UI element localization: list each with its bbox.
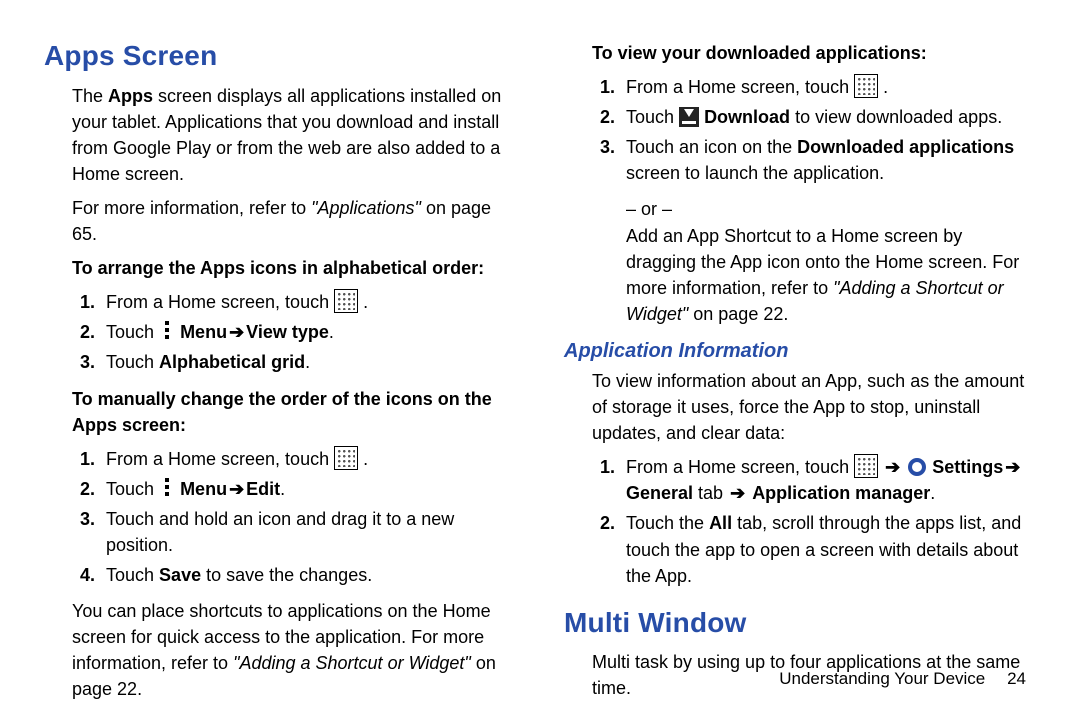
- text: tab: [693, 483, 728, 503]
- steps-view-downloaded: From a Home screen, touch . Touch Downlo…: [564, 74, 1036, 186]
- text: .: [280, 479, 285, 499]
- text: For more information, refer to: [72, 198, 311, 218]
- text-bold: Downloaded applications: [797, 137, 1014, 157]
- step: Touch Alphabetical grid.: [100, 349, 516, 375]
- text-bold: Edit: [246, 479, 280, 499]
- step: Touch Menu➔View type.: [100, 319, 516, 345]
- text: .: [878, 77, 888, 97]
- text: Touch: [626, 107, 679, 127]
- text: Touch: [106, 565, 159, 585]
- intro-paragraph-2: For more information, refer to "Applicat…: [44, 195, 516, 247]
- subhead-view-downloaded: To view your downloaded applications:: [564, 40, 1036, 66]
- text-bold: Application manager: [752, 483, 930, 503]
- text: Touch an icon on the: [626, 137, 797, 157]
- text: .: [358, 449, 368, 469]
- text-bold: General: [626, 483, 693, 503]
- text-bold: Save: [159, 565, 201, 585]
- apps-icon: [334, 289, 358, 313]
- text: screen to launch the application.: [626, 163, 884, 183]
- subhead-manual-order: To manually change the order of the icon…: [44, 386, 516, 438]
- text: .: [305, 352, 310, 372]
- or-separator: – or –: [564, 196, 1036, 222]
- text: From a Home screen, touch: [626, 457, 854, 477]
- heading-apps-screen: Apps Screen: [44, 36, 516, 77]
- text-bold: Settings: [932, 457, 1003, 477]
- step: From a Home screen, touch .: [100, 289, 516, 315]
- step: Touch the All tab, scroll through the ap…: [620, 510, 1036, 588]
- arrow-icon: ➔: [883, 457, 902, 477]
- page: Apps Screen The Apps screen displays all…: [0, 0, 1080, 720]
- text: Touch: [106, 352, 159, 372]
- text-italic: "Adding a Shortcut or Widget": [233, 653, 471, 673]
- arrow-icon: ➔: [227, 479, 246, 499]
- menu-icon: [159, 476, 175, 498]
- step: Touch Menu➔Edit.: [100, 476, 516, 502]
- steps-manual-order: From a Home screen, touch . Touch Menu➔E…: [44, 446, 516, 588]
- right-column: To view your downloaded applications: Fr…: [564, 36, 1036, 720]
- text: on page 22.: [688, 304, 788, 324]
- text: Touch: [106, 479, 159, 499]
- text-italic: "Applications": [311, 198, 421, 218]
- subhead-alpha-order: To arrange the Apps icons in alphabetica…: [44, 255, 516, 281]
- text-bold: All: [709, 513, 732, 533]
- text-bold: View type: [246, 322, 329, 342]
- text-bold: Apps: [108, 86, 153, 106]
- app-info-intro: To view information about an App, such a…: [564, 368, 1036, 446]
- steps-alpha-order: From a Home screen, touch . Touch Menu➔V…: [44, 289, 516, 375]
- step: Touch and hold an icon and drag it to a …: [100, 506, 516, 558]
- text: From a Home screen, touch: [106, 292, 334, 312]
- steps-app-info: From a Home screen, touch ➔ Settings➔ Ge…: [564, 454, 1036, 588]
- step: From a Home screen, touch ➔ Settings➔ Ge…: [620, 454, 1036, 506]
- footer-section: Understanding Your Device: [779, 669, 985, 688]
- text: .: [358, 292, 368, 312]
- menu-icon: [159, 319, 175, 341]
- step: Touch Save to save the changes.: [100, 562, 516, 588]
- download-icon: [679, 107, 699, 127]
- arrow-icon: ➔: [227, 322, 246, 342]
- heading-application-information: Application Information: [564, 337, 1036, 366]
- apps-icon: [854, 74, 878, 98]
- text: The: [72, 86, 108, 106]
- step: Touch an icon on the Downloaded applicat…: [620, 134, 1036, 186]
- text: to save the changes.: [201, 565, 372, 585]
- text-bold: Menu: [180, 322, 227, 342]
- footer-page-number: 24: [990, 667, 1026, 692]
- text-bold: Alphabetical grid: [159, 352, 305, 372]
- text-bold: Menu: [180, 479, 227, 499]
- add-shortcut-paragraph: Add an App Shortcut to a Home screen by …: [564, 223, 1036, 327]
- step: From a Home screen, touch .: [620, 74, 1036, 100]
- apps-icon: [334, 446, 358, 470]
- text: Touch: [106, 322, 159, 342]
- post-paragraph: You can place shortcuts to applications …: [44, 598, 516, 702]
- text: to view downloaded apps.: [790, 107, 1002, 127]
- text: From a Home screen, touch: [106, 449, 334, 469]
- step: From a Home screen, touch .: [100, 446, 516, 472]
- left-column: Apps Screen The Apps screen displays all…: [44, 36, 516, 720]
- intro-paragraph-1: The Apps screen displays all application…: [44, 83, 516, 187]
- step: Touch Download to view downloaded apps.: [620, 104, 1036, 130]
- settings-icon: [907, 457, 927, 477]
- text: From a Home screen, touch: [626, 77, 854, 97]
- text: Touch the: [626, 513, 709, 533]
- page-footer: Understanding Your Device 24: [779, 667, 1026, 692]
- arrow-icon: ➔: [1003, 457, 1022, 477]
- text: .: [329, 322, 334, 342]
- apps-icon: [854, 454, 878, 478]
- text-bold: Download: [704, 107, 790, 127]
- arrow-icon: ➔: [728, 483, 747, 503]
- heading-multi-window: Multi Window: [564, 603, 1036, 644]
